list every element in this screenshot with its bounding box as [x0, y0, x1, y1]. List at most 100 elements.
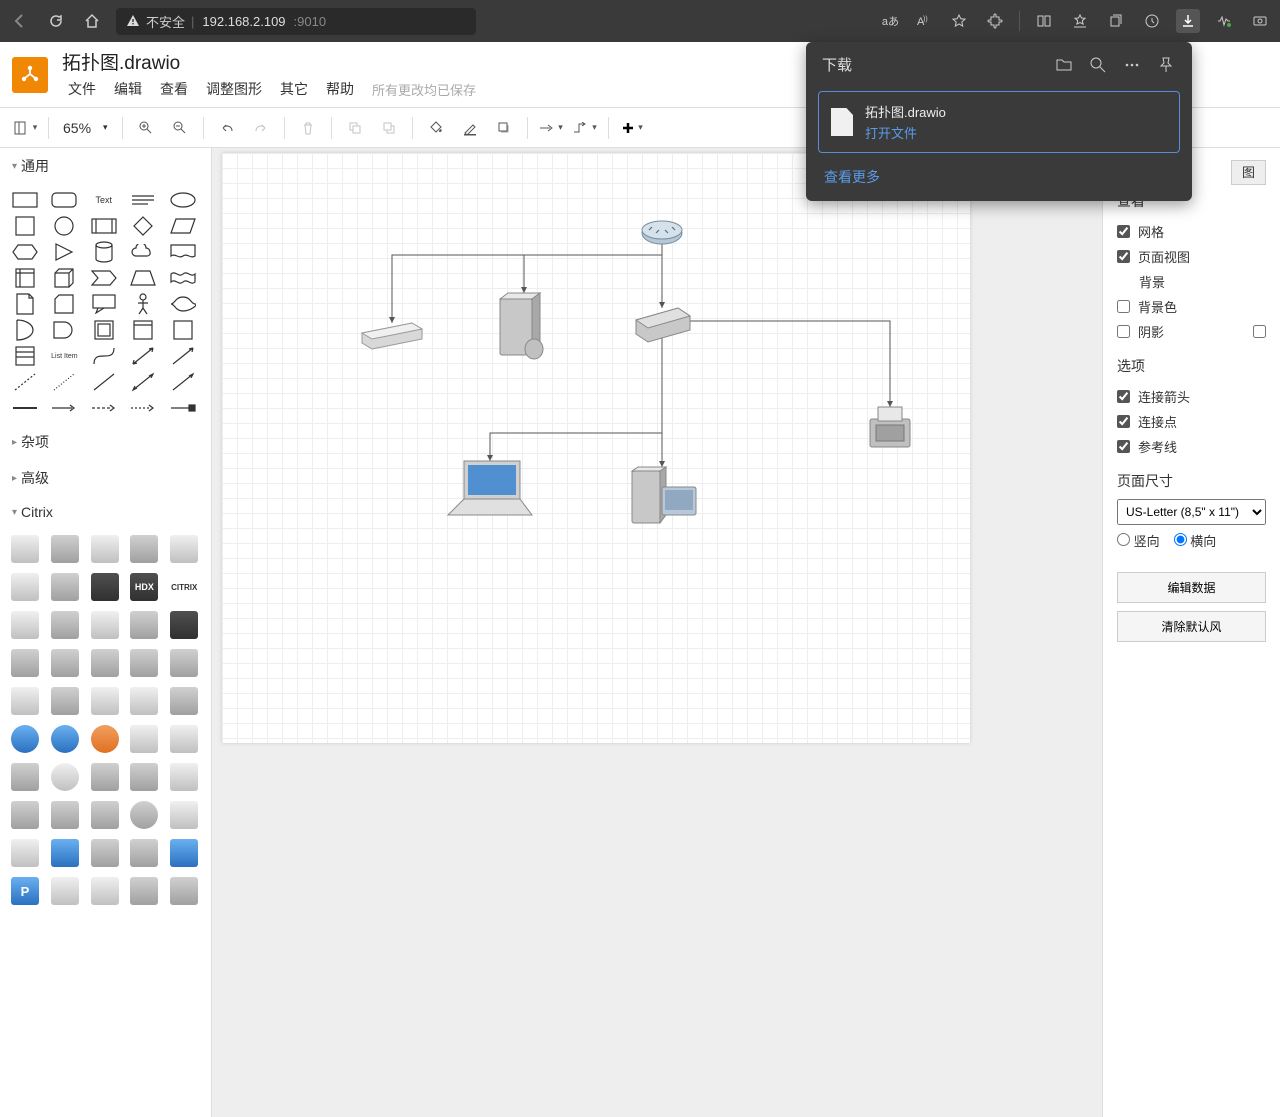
- download-item[interactable]: 拓扑图.drawio 打开文件: [818, 91, 1180, 153]
- refresh-button[interactable]: [44, 9, 68, 33]
- shape-dashed[interactable]: [8, 370, 42, 394]
- citrix-shape[interactable]: [88, 760, 122, 794]
- screenshot-icon[interactable]: [1248, 9, 1272, 33]
- check-grid[interactable]: 网格: [1117, 219, 1266, 244]
- shape-arrow[interactable]: [166, 344, 200, 368]
- check-conn-arrows[interactable]: 连接箭头: [1117, 384, 1266, 409]
- citrix-shape[interactable]: [167, 798, 201, 832]
- citrix-shape[interactable]: [48, 798, 82, 832]
- pagesize-select[interactable]: US-Letter (8,5" x 11"): [1117, 499, 1266, 525]
- shape-cube[interactable]: [47, 266, 81, 290]
- canvas[interactable]: [212, 148, 1102, 1117]
- citrix-hdx[interactable]: HDX: [127, 570, 161, 604]
- menu-edit[interactable]: 编辑: [108, 77, 148, 101]
- line-color-icon[interactable]: [455, 113, 485, 143]
- downloads-icon[interactable]: [1176, 9, 1200, 33]
- citrix-shape[interactable]: [167, 722, 201, 756]
- shape-diamond[interactable]: [126, 214, 160, 238]
- citrix-shape[interactable]: [48, 722, 82, 756]
- shape-container[interactable]: [126, 318, 160, 342]
- shape-note[interactable]: [8, 292, 42, 316]
- citrix-shape[interactable]: [88, 608, 122, 642]
- zoom-in-icon[interactable]: [131, 113, 161, 143]
- shape-bidir-line[interactable]: [126, 370, 160, 394]
- citrix-shape[interactable]: [48, 836, 82, 870]
- citrix-shape[interactable]: [48, 874, 82, 908]
- shape-link2[interactable]: [47, 396, 81, 420]
- citrix-shape[interactable]: [88, 570, 122, 604]
- performance-icon[interactable]: [1212, 9, 1236, 33]
- citrix-shape[interactable]: [8, 532, 42, 566]
- edit-data-button[interactable]: 编辑数据: [1117, 572, 1266, 603]
- shape-link4[interactable]: [126, 396, 160, 420]
- citrix-logo[interactable]: CITRIX: [167, 570, 201, 604]
- citrix-shape[interactable]: [167, 532, 201, 566]
- waypoint-icon[interactable]: ▾: [570, 113, 600, 143]
- citrix-shape[interactable]: [48, 684, 82, 718]
- undo-icon[interactable]: [212, 113, 242, 143]
- citrix-shape[interactable]: [8, 646, 42, 680]
- shape-listitem[interactable]: List Item: [47, 344, 81, 368]
- shape-triangle[interactable]: [47, 240, 81, 264]
- shape-dir-line[interactable]: [166, 370, 200, 394]
- shape-and[interactable]: [47, 318, 81, 342]
- citrix-shape[interactable]: [127, 646, 161, 680]
- citrix-shape[interactable]: [88, 722, 122, 756]
- check-pageview[interactable]: 页面视图: [1117, 244, 1266, 269]
- shape-step[interactable]: [87, 266, 121, 290]
- citrix-shape[interactable]: [127, 760, 161, 794]
- orientation-landscape[interactable]: 横向: [1174, 531, 1217, 550]
- split-icon[interactable]: [1032, 9, 1056, 33]
- to-back-icon[interactable]: [374, 113, 404, 143]
- shape-link1[interactable]: [8, 396, 42, 420]
- shape-curly[interactable]: [166, 292, 200, 316]
- citrix-shape[interactable]: [48, 570, 82, 604]
- downloads-folder-icon[interactable]: [1054, 55, 1074, 75]
- shape-text[interactable]: Text: [87, 188, 121, 212]
- shape-bidir-arrow[interactable]: [126, 344, 160, 368]
- favorites-list-icon[interactable]: [1068, 9, 1092, 33]
- shape-circle[interactable]: [47, 214, 81, 238]
- category-general[interactable]: 通用: [0, 148, 211, 184]
- node-switch[interactable]: [636, 308, 690, 342]
- downloads-more-icon[interactable]: [1122, 55, 1142, 75]
- shape-link5[interactable]: [166, 396, 200, 420]
- citrix-shape[interactable]: [127, 532, 161, 566]
- document-title[interactable]: 拓扑图.drawio: [62, 48, 476, 75]
- shape-trapezoid[interactable]: [126, 266, 160, 290]
- check-conn-points[interactable]: 连接点: [1117, 409, 1266, 434]
- citrix-shape[interactable]: [48, 646, 82, 680]
- home-button[interactable]: [80, 9, 104, 33]
- connection-icon[interactable]: ▾: [536, 113, 566, 143]
- shape-ellipse[interactable]: [166, 188, 200, 212]
- citrix-shape[interactable]: [48, 760, 82, 794]
- insert-icon[interactable]: ▾: [617, 113, 647, 143]
- citrix-shape[interactable]: [167, 608, 201, 642]
- delete-icon[interactable]: [293, 113, 323, 143]
- check-shadow[interactable]: 阴影: [1117, 319, 1266, 344]
- to-front-icon[interactable]: [340, 113, 370, 143]
- fill-color-icon[interactable]: [421, 113, 451, 143]
- shape-curve[interactable]: [87, 344, 121, 368]
- citrix-shape[interactable]: [88, 684, 122, 718]
- citrix-shape[interactable]: [88, 532, 122, 566]
- shape-process[interactable]: [87, 214, 121, 238]
- check-guides[interactable]: 参考线: [1117, 434, 1266, 459]
- shape-callout[interactable]: [87, 292, 121, 316]
- node-printer[interactable]: [870, 407, 910, 447]
- shape-frame[interactable]: [166, 318, 200, 342]
- shape-dotted[interactable]: [47, 370, 81, 394]
- citrix-shape[interactable]: [88, 836, 122, 870]
- shape-cloud[interactable]: [126, 240, 160, 264]
- read-aloud-icon[interactable]: A)): [911, 9, 935, 33]
- collections-icon[interactable]: [1104, 9, 1128, 33]
- citrix-shape[interactable]: [127, 684, 161, 718]
- node-desktop[interactable]: [632, 467, 696, 523]
- shape-square[interactable]: [8, 214, 42, 238]
- citrix-shape[interactable]: [8, 570, 42, 604]
- shape-round-rect[interactable]: [47, 188, 81, 212]
- shape-textbox[interactable]: [126, 188, 160, 212]
- bg-label[interactable]: 背景: [1139, 272, 1165, 291]
- menu-file[interactable]: 文件: [62, 77, 102, 101]
- shape-cylinder[interactable]: [87, 240, 121, 264]
